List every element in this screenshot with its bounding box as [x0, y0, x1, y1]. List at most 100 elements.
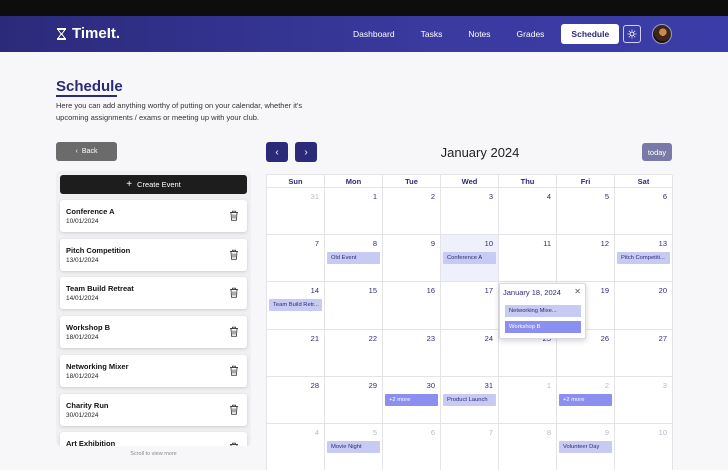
day-cell[interactable]: 5 Movie Night [325, 424, 383, 470]
calendar-event-chip[interactable]: Team Build Retr... [269, 299, 322, 312]
event-card[interactable]: Pitch Competition 13/01/2024 [60, 238, 247, 271]
brand-logo[interactable]: TimeIt. [57, 25, 120, 42]
event-card[interactable]: Workshop B 18/01/2024 [60, 316, 247, 349]
day-cell[interactable]: 3 [441, 188, 499, 236]
day-number: 6 [662, 192, 667, 201]
nav-schedule[interactable]: Schedule [561, 24, 620, 44]
theme-toggle-button[interactable] [623, 25, 641, 43]
user-avatar[interactable] [652, 24, 672, 44]
day-cell[interactable]: 4 [499, 188, 557, 236]
popover-event[interactable]: Workshop B [505, 321, 581, 333]
trash-icon[interactable] [229, 249, 239, 260]
day-cell[interactable]: 23 [383, 329, 441, 377]
event-card[interactable]: Team Build Retreat 14/01/2024 [60, 277, 247, 310]
calendar-event-chip[interactable]: Product Launch [443, 393, 496, 406]
event-name: Pitch Competition [66, 245, 131, 255]
day-cell[interactable]: 22 [325, 329, 383, 377]
day-cell[interactable]: 21 [267, 329, 325, 377]
trash-icon[interactable] [229, 210, 239, 221]
nav-tasks[interactable]: Tasks [408, 24, 456, 44]
calendar-event-chip[interactable]: Old Event [327, 252, 380, 265]
event-list-panel[interactable]: + Create Event Conference A 10/01/2024 Pit… [56, 171, 251, 446]
plus-icon: + [126, 178, 133, 190]
day-cell[interactable]: 10 Conference A [441, 235, 499, 283]
day-cell[interactable]: 8 [499, 424, 557, 470]
create-event-button[interactable]: + Create Event [60, 175, 247, 194]
page-title: Schedule [56, 78, 123, 95]
day-cell[interactable]: 16 [383, 282, 441, 330]
day-cell[interactable]: 31 Product Launch [441, 376, 499, 424]
day-cell[interactable]: 3 [615, 376, 673, 424]
day-cell[interactable]: 29 [325, 376, 383, 424]
event-card[interactable]: Charity Run 30/01/2024 [60, 393, 247, 426]
more-events-link[interactable]: +2 more [559, 393, 612, 406]
day-cell[interactable]: 10 [615, 424, 673, 470]
day-number: 7 [314, 239, 319, 249]
event-card[interactable]: Networking Mixer 18/01/2024 [60, 354, 247, 387]
day-number: 31 [484, 380, 493, 390]
nav-notes[interactable]: Notes [455, 24, 503, 44]
calendar-event-chip[interactable]: Pitch Competiti... [617, 252, 670, 265]
day-number: 4 [314, 428, 319, 437]
day-cell[interactable]: 8 Old Event [325, 235, 383, 283]
back-button[interactable]: ‹ Back [56, 142, 117, 161]
day-cell[interactable]: 1 [499, 376, 557, 424]
today-button[interactable]: today [642, 143, 672, 161]
trash-icon[interactable] [229, 365, 239, 376]
nav-grades[interactable]: Grades [504, 24, 558, 44]
more-events-link[interactable]: +2 more [385, 393, 438, 406]
day-number: 1 [372, 192, 377, 201]
day-cell[interactable]: 14 Team Build Retr... [267, 282, 325, 330]
day-cell[interactable]: 4 [267, 424, 325, 470]
calendar-event-chip[interactable]: Volunteer Day [559, 441, 612, 453]
trash-icon[interactable] [229, 442, 239, 446]
day-cell[interactable]: 11 [499, 235, 557, 283]
day-cell[interactable]: 20 [615, 282, 673, 330]
day-cell[interactable]: 27 [615, 329, 673, 377]
event-date: 18/01/2024 [66, 334, 99, 342]
window-top-strip [0, 0, 728, 16]
popover-event[interactable]: Networking Mixe... [505, 305, 581, 317]
prev-month-button[interactable]: ‹ [266, 142, 288, 162]
day-cell[interactable]: 1 [325, 188, 383, 236]
day-cell[interactable]: 9 [383, 235, 441, 283]
calendar-event-chip[interactable]: Movie Night [327, 441, 380, 453]
trash-icon[interactable] [229, 287, 239, 299]
day-cell[interactable]: 28 [267, 376, 325, 424]
day-cell[interactable]: 7 [267, 235, 325, 283]
trash-icon[interactable] [229, 326, 239, 337]
day-cell[interactable]: 5 [557, 188, 615, 236]
day-cell[interactable]: 6 [615, 188, 673, 236]
day-cell[interactable]: 17 [441, 282, 499, 330]
event-date: 10/01/2024 [66, 218, 99, 225]
day-cell[interactable]: 9 Volunteer Day [557, 424, 615, 470]
event-card[interactable]: Conference A 10/01/2024 [60, 200, 247, 232]
day-cell[interactable]: 2 +2 more [557, 376, 615, 424]
day-number: 14 [310, 286, 319, 296]
day-number: 31 [310, 192, 319, 201]
day-cell[interactable]: 15 [325, 282, 383, 330]
day-cell[interactable]: 2 [383, 188, 441, 236]
day-cell[interactable]: 30 +2 more [383, 376, 441, 424]
close-icon[interactable]: ✕ [574, 287, 581, 296]
nav-dashboard[interactable]: Dashboard [340, 24, 408, 44]
trash-icon[interactable] [229, 404, 239, 415]
day-number: 10 [484, 239, 493, 249]
calendar-event-chip[interactable]: Conference A [443, 252, 496, 265]
day-number: 8 [372, 239, 377, 249]
day-number: 23 [426, 333, 435, 343]
weekday-header: Wed [441, 175, 499, 188]
day-cell[interactable]: 12 [557, 235, 615, 283]
day-cell[interactable]: 7 [441, 424, 499, 470]
weekday-header: Mon [325, 175, 383, 188]
day-cell[interactable]: 13 Pitch Competiti... [615, 235, 673, 283]
day-cell[interactable]: 31 [267, 188, 325, 236]
day-cell[interactable]: 24 [441, 329, 499, 377]
brand-name: TimeIt. [72, 25, 121, 42]
day-number: 3 [488, 192, 493, 201]
next-month-button[interactable]: › [295, 142, 317, 162]
day-number: 6 [430, 428, 435, 437]
day-cell[interactable]: 6 [383, 424, 441, 470]
event-card[interactable]: Art Exhibition [60, 432, 247, 446]
weekday-header: Thu [499, 175, 557, 188]
